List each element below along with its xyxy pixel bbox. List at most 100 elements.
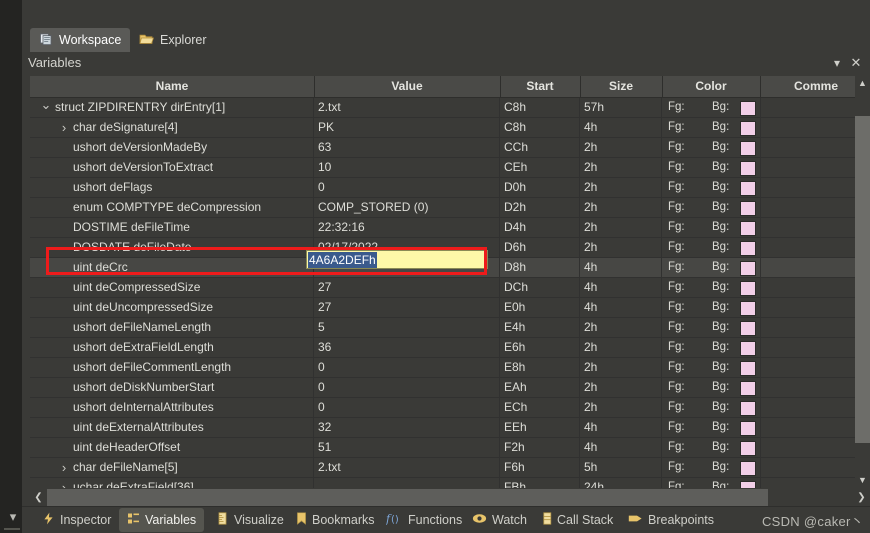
cell-name[interactable]: › char deFileName[5] <box>30 458 314 477</box>
cell-comment[interactable] <box>760 418 870 437</box>
cell-start[interactable]: D6h <box>500 238 580 257</box>
chevron-down-icon[interactable]: ▾ <box>830 55 844 71</box>
cell-value[interactable]: 0 <box>314 178 500 197</box>
cell-value[interactable]: 51 <box>314 438 500 457</box>
cell-value[interactable]: 10 <box>314 158 500 177</box>
value-edit-text[interactable]: 4A6A2DEFh <box>308 252 377 268</box>
cell-start[interactable]: EAh <box>500 378 580 397</box>
cell-comment[interactable] <box>760 258 870 277</box>
color-swatch[interactable] <box>740 401 756 416</box>
cell-name[interactable]: ushort deExtraFieldLength <box>30 338 314 357</box>
color-bg-label[interactable]: Bg: <box>712 238 729 257</box>
color-bg-label[interactable]: Bg: <box>712 98 729 117</box>
cell-size[interactable]: 2h <box>580 218 662 237</box>
table-row[interactable]: ushort deVersionMadeBy 63 CCh 2h Fg: Bg: <box>30 138 870 158</box>
color-swatch[interactable] <box>740 101 756 116</box>
cell-comment[interactable] <box>760 358 870 377</box>
cell-name[interactable]: ushort deVersionMadeBy <box>30 138 314 157</box>
cell-comment[interactable] <box>760 318 870 337</box>
cell-comment[interactable] <box>760 438 870 457</box>
color-fg-label[interactable]: Fg: <box>668 238 685 257</box>
grid-horizontal-scrollbar[interactable]: ❮ ❯ <box>30 488 870 507</box>
color-fg-label[interactable]: Fg: <box>668 298 685 317</box>
cell-name[interactable]: DOSDATE deFileDate <box>30 238 314 257</box>
cell-size[interactable]: 4h <box>580 418 662 437</box>
chevron-down-icon[interactable]: ⌄ <box>40 98 52 112</box>
tab-watch[interactable]: Watch <box>464 508 535 532</box>
cell-size[interactable]: 2h <box>580 138 662 157</box>
color-bg-label[interactable]: Bg: <box>712 278 729 297</box>
cell-size[interactable]: 4h <box>580 118 662 137</box>
cell-value[interactable]: 32 <box>314 418 500 437</box>
column-header-size[interactable]: Size <box>580 76 663 97</box>
color-bg-label[interactable]: Bg: <box>712 318 729 337</box>
color-fg-label[interactable]: Fg: <box>668 218 685 237</box>
color-swatch[interactable] <box>740 361 756 376</box>
color-swatch[interactable] <box>740 121 756 136</box>
table-row[interactable]: ushort deVersionToExtract 10 CEh 2h Fg: Bg: <box>30 158 870 178</box>
color-swatch[interactable] <box>740 221 756 236</box>
cell-color[interactable]: Fg: Bg: <box>662 378 761 397</box>
cell-color[interactable]: Fg: Bg: <box>662 358 761 377</box>
cell-name[interactable]: ⌄ struct ZIPDIRENTRY dirEntry[1] <box>30 98 314 117</box>
cell-comment[interactable] <box>760 158 870 177</box>
cell-start[interactable]: D8h <box>500 258 580 277</box>
color-swatch[interactable] <box>740 481 756 488</box>
cell-value[interactable] <box>314 478 500 488</box>
color-bg-label[interactable]: Bg: <box>712 218 729 237</box>
color-bg-label[interactable]: Bg: <box>712 198 729 217</box>
cell-size[interactable]: 2h <box>580 398 662 417</box>
cell-start[interactable]: D2h <box>500 198 580 217</box>
color-swatch[interactable] <box>740 261 756 276</box>
cell-name[interactable]: uint deExternalAttributes <box>30 418 314 437</box>
color-bg-label[interactable]: Bg: <box>712 118 729 137</box>
cell-start[interactable]: DCh <box>500 278 580 297</box>
cell-value[interactable]: 22:32:16 <box>314 218 500 237</box>
tab-explorer[interactable]: Explorer <box>130 28 216 52</box>
cell-value[interactable]: 36 <box>314 338 500 357</box>
color-fg-label[interactable]: Fg: <box>668 158 685 177</box>
cell-name[interactable]: ushort deFlags <box>30 178 314 197</box>
table-row[interactable]: ushort deFileNameLength 5 E4h 2h Fg: Bg: <box>30 318 870 338</box>
cell-color[interactable]: Fg: Bg: <box>662 198 761 217</box>
cell-name[interactable]: uint deUncompressedSize <box>30 298 314 317</box>
table-row[interactable]: uint deExternalAttributes 32 EEh 4h Fg: Bg: <box>30 418 870 438</box>
cell-color[interactable]: Fg: Bg: <box>662 458 761 477</box>
cell-start[interactable]: C8h <box>500 98 580 117</box>
cell-start[interactable]: EEh <box>500 418 580 437</box>
cell-start[interactable]: F6h <box>500 458 580 477</box>
color-swatch[interactable] <box>740 421 756 436</box>
tab-call-stack[interactable]: Call Stack <box>535 508 621 532</box>
color-fg-label[interactable]: Fg: <box>668 138 685 157</box>
cell-size[interactable]: 24h <box>580 478 662 488</box>
tab-functions[interactable]: f() Functions <box>378 508 470 532</box>
cell-start[interactable]: FBh <box>500 478 580 488</box>
cell-start[interactable]: D0h <box>500 178 580 197</box>
color-bg-label[interactable]: Bg: <box>712 298 729 317</box>
color-fg-label[interactable]: Fg: <box>668 98 685 117</box>
color-fg-label[interactable]: Fg: <box>668 458 685 477</box>
cell-color[interactable]: Fg: Bg: <box>662 238 761 257</box>
color-fg-label[interactable]: Fg: <box>668 178 685 197</box>
color-bg-label[interactable]: Bg: <box>712 478 729 488</box>
color-swatch[interactable] <box>740 161 756 176</box>
cell-comment[interactable] <box>760 98 870 117</box>
cell-color[interactable]: Fg: Bg: <box>662 298 761 317</box>
cell-start[interactable]: E8h <box>500 358 580 377</box>
color-swatch[interactable] <box>740 301 756 316</box>
grid-vscroll-thumb[interactable] <box>855 116 870 443</box>
cell-name[interactable]: › char deSignature[4] <box>30 118 314 137</box>
cell-size[interactable]: 4h <box>580 278 662 297</box>
table-row[interactable]: ushort deExtraFieldLength 36 E6h 2h Fg: Bg: <box>30 338 870 358</box>
cell-size[interactable]: 2h <box>580 338 662 357</box>
color-bg-label[interactable]: Bg: <box>712 398 729 417</box>
cell-comment[interactable] <box>760 118 870 137</box>
color-swatch[interactable] <box>740 181 756 196</box>
color-swatch[interactable] <box>740 241 756 256</box>
color-bg-label[interactable]: Bg: <box>712 378 729 397</box>
cell-start[interactable]: F2h <box>500 438 580 457</box>
cell-comment[interactable] <box>760 298 870 317</box>
cell-comment[interactable] <box>760 398 870 417</box>
color-fg-label[interactable]: Fg: <box>668 258 685 277</box>
cell-color[interactable]: Fg: Bg: <box>662 418 761 437</box>
